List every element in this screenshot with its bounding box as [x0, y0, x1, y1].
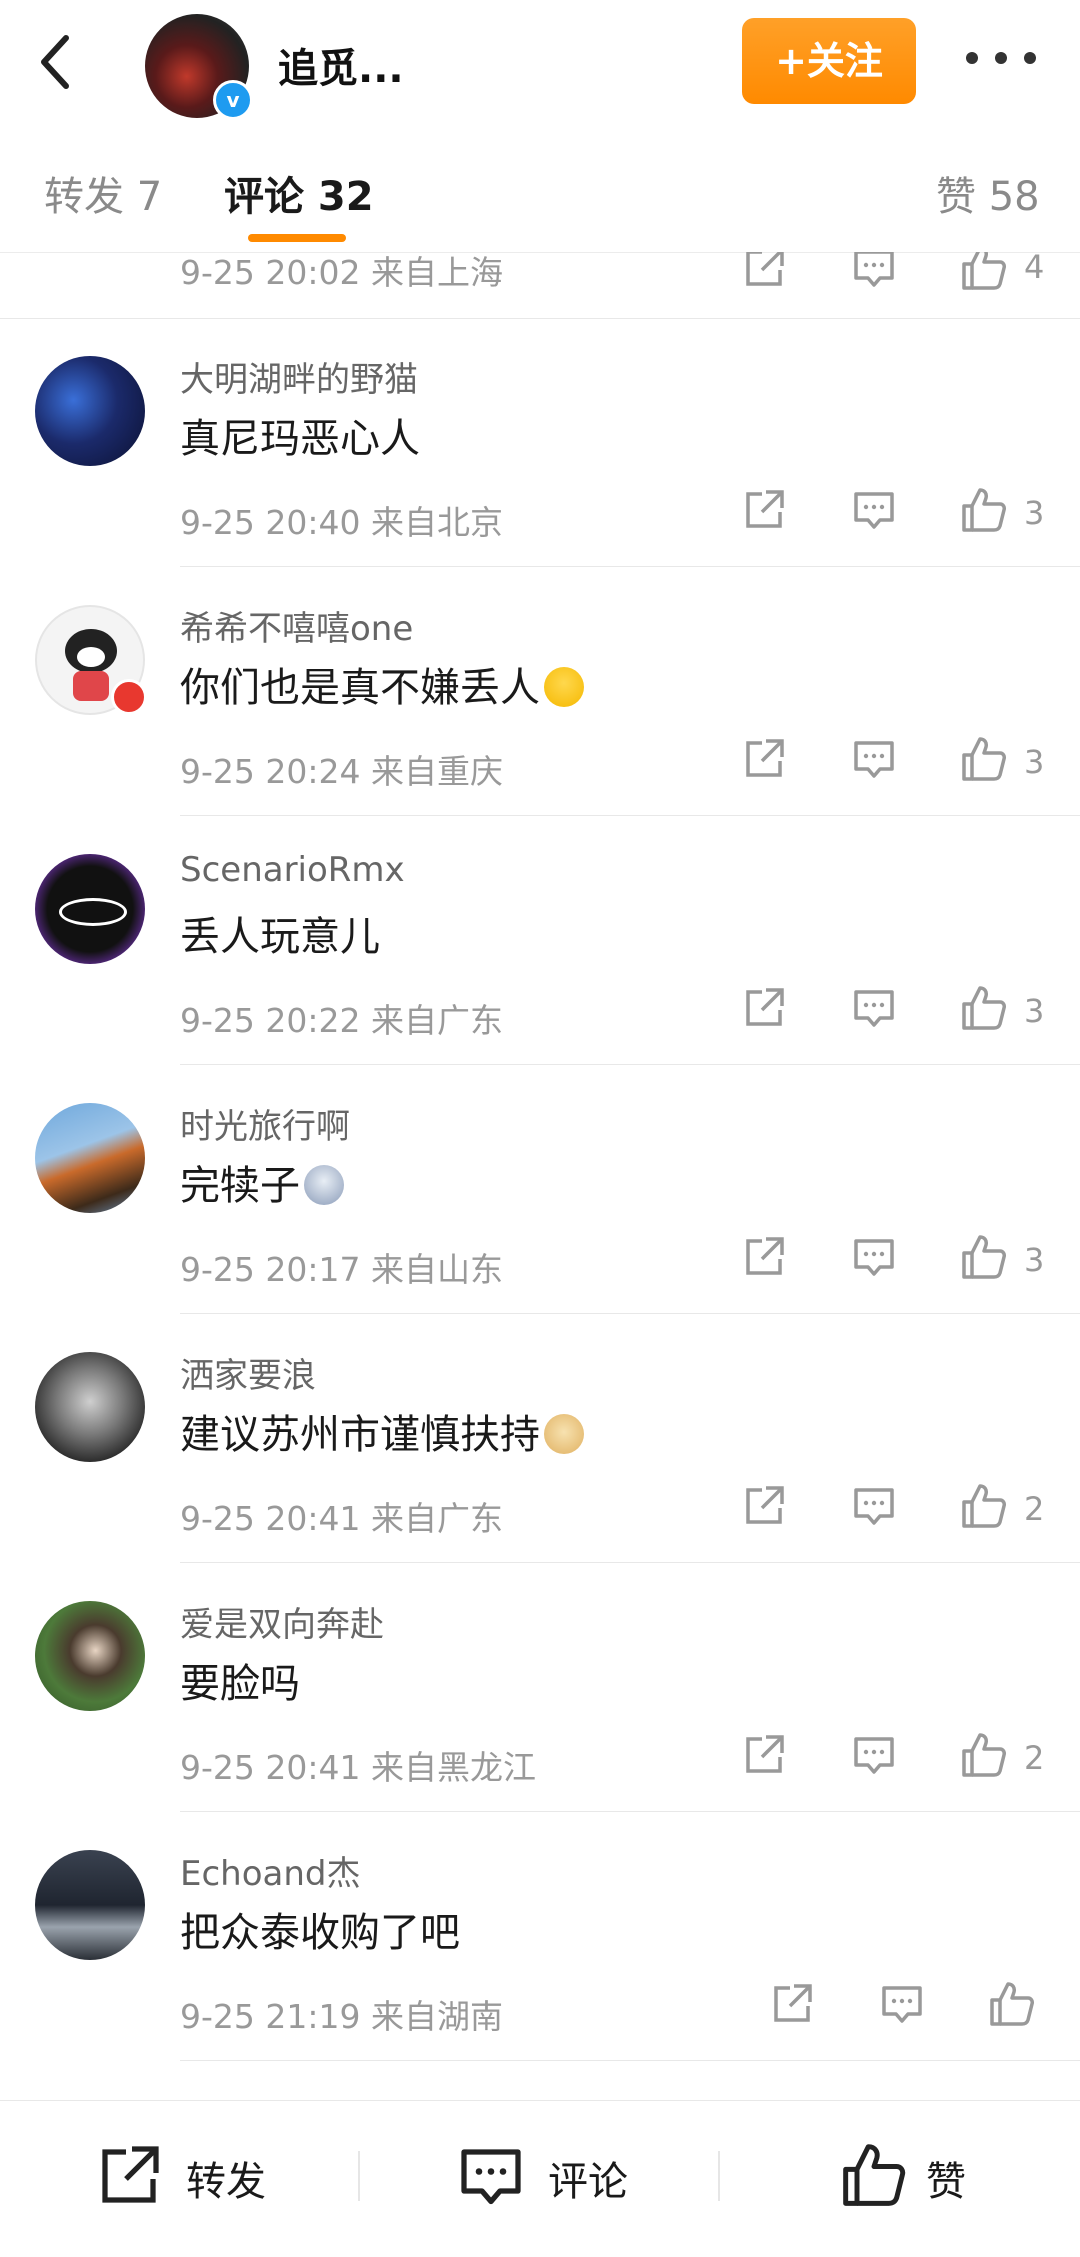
- list-item: 希希不嘻嘻one 你们也是真不嫌丢人 9-25 20:24 来自重庆 3: [0, 567, 1080, 816]
- comment-icon[interactable]: [880, 1982, 924, 2026]
- comment-icon[interactable]: [852, 488, 896, 532]
- comment-icon: [461, 2149, 521, 2205]
- like-button[interactable]: 赞: [840, 2131, 1000, 2221]
- comment-meta: 9-25 20:41 来自广东: [180, 1499, 503, 1538]
- share-icon[interactable]: [742, 252, 786, 290]
- like-icon[interactable]: [960, 735, 1008, 783]
- like-count: 2: [1024, 1490, 1045, 1528]
- follow-button[interactable]: +关注: [742, 18, 916, 104]
- avatar[interactable]: [35, 356, 145, 466]
- comment-icon[interactable]: [852, 737, 896, 781]
- like-icon: [843, 2144, 906, 2206]
- comment-icon[interactable]: [852, 252, 896, 290]
- avatar[interactable]: [35, 854, 145, 964]
- scared-face-emoji-icon: [304, 1165, 344, 1205]
- list-item: 时光旅行啊 完犊子 9-25 20:17 来自山东 3: [0, 1065, 1080, 1314]
- list-item: ScenarioRmx 丢人玩意儿 9-25 20:22 来自广东 3: [0, 816, 1080, 1065]
- username[interactable]: 希希不嘻嘻one: [180, 601, 413, 650]
- repost-icon: [102, 2146, 159, 2203]
- like-count: 3: [1024, 494, 1045, 532]
- comment-label: 评论: [548, 2159, 628, 2205]
- share-icon[interactable]: [742, 1235, 786, 1279]
- like-label: 赞: [926, 2159, 966, 2205]
- divider: [358, 2151, 360, 2201]
- list-item: 9-25 20:02 来自上海 4: [0, 252, 1080, 319]
- comment-meta: 9-25 20:22 来自广东: [180, 1001, 503, 1040]
- divider: [718, 2151, 720, 2201]
- share-icon[interactable]: [742, 737, 786, 781]
- comment-text: 把众泰收购了吧: [180, 1910, 460, 1956]
- like-icon[interactable]: [988, 1980, 1036, 2028]
- like-icon[interactable]: [960, 252, 1008, 292]
- comment-meta: 9-25 20:02 来自上海: [180, 253, 503, 292]
- doge-emoji-icon: [544, 1414, 584, 1454]
- more-options-icon[interactable]: [966, 48, 1036, 68]
- comment-button[interactable]: 评论: [458, 2131, 658, 2221]
- list-item: Echoand杰 把众泰收购了吧 9-25 21:19 来自湖南: [0, 1812, 1080, 2061]
- like-icon[interactable]: [960, 984, 1008, 1032]
- username[interactable]: Echoand杰: [180, 1846, 361, 1895]
- avatar[interactable]: [35, 1601, 145, 1711]
- comment-text: 完犊子: [180, 1153, 344, 1211]
- divider: [180, 2060, 1080, 2061]
- like-count: 4: [1024, 252, 1045, 286]
- comment-icon[interactable]: [852, 1235, 896, 1279]
- like-icon[interactable]: [960, 486, 1008, 534]
- comment-meta: 9-25 21:19 来自湖南: [180, 1997, 503, 2036]
- comment-meta: 9-25 20:24 来自重庆: [180, 752, 503, 791]
- like-count: 3: [1024, 743, 1045, 781]
- share-icon[interactable]: [742, 488, 786, 532]
- share-icon[interactable]: [742, 1484, 786, 1528]
- crying-laughing-emoji-icon: [544, 667, 584, 707]
- like-count: 3: [1024, 992, 1045, 1030]
- username[interactable]: 大明湖畔的野猫: [180, 352, 418, 401]
- comment-text: 要脸吗: [180, 1661, 300, 1707]
- comment-text: 建议苏州市谨慎扶持: [180, 1402, 584, 1460]
- comment-icon[interactable]: [852, 986, 896, 1030]
- username[interactable]: 洒家要浪: [180, 1348, 316, 1397]
- bottom-action-bar: 转发 评论 赞: [0, 2100, 1080, 2257]
- tab-repost[interactable]: 转发 7: [44, 164, 162, 222]
- avatar[interactable]: [35, 1352, 145, 1462]
- repost-label: 转发: [186, 2159, 266, 2205]
- comment-icon[interactable]: [852, 1733, 896, 1777]
- like-count: 2: [1024, 1739, 1045, 1777]
- comment-meta: 9-25 20:40 来自北京: [180, 503, 503, 542]
- list-item: 大明湖畔的野猫 真尼玛恶心人 9-25 20:40 来自北京 3: [0, 318, 1080, 567]
- back-arrow-icon[interactable]: [36, 32, 76, 92]
- like-icon[interactable]: [960, 1482, 1008, 1530]
- username[interactable]: 时光旅行啊: [180, 1099, 350, 1148]
- tab-comment[interactable]: 评论 32: [224, 164, 374, 222]
- active-tab-indicator: [248, 234, 346, 242]
- avatar[interactable]: [35, 605, 147, 715]
- list-item: 爱是双向奔赴 要脸吗 9-25 20:41 来自黑龙江 2: [0, 1563, 1080, 1812]
- like-count: 3: [1024, 1241, 1045, 1279]
- username[interactable]: ScenarioRmx: [180, 850, 405, 890]
- avatar[interactable]: [35, 1850, 145, 1960]
- like-icon[interactable]: [960, 1233, 1008, 1281]
- comment-text: 你们也是真不嫌丢人: [180, 655, 584, 713]
- repost-button[interactable]: 转发: [96, 2131, 296, 2221]
- comment-meta: 9-25 20:17 来自山东: [180, 1250, 503, 1289]
- page-title[interactable]: 追觅...: [278, 36, 404, 94]
- share-icon[interactable]: [770, 1982, 814, 2026]
- comment-icon[interactable]: [852, 1484, 896, 1528]
- comment-text: 丢人玩意儿: [180, 914, 380, 960]
- like-icon[interactable]: [960, 1731, 1008, 1779]
- comment-meta: 9-25 20:41 来自黑龙江: [180, 1748, 536, 1787]
- share-icon[interactable]: [742, 1733, 786, 1777]
- tab-bar: 转发 7 评论 32 赞 58: [0, 126, 1080, 253]
- username[interactable]: 爱是双向奔赴: [180, 1597, 384, 1646]
- verified-icon: v: [213, 80, 253, 120]
- list-item: 洒家要浪 建议苏州市谨慎扶持 9-25 20:41 来自广东 2: [0, 1314, 1080, 1563]
- top-bar: v 追觅... +关注: [0, 0, 1080, 126]
- tab-like[interactable]: 赞 58: [936, 164, 1040, 222]
- share-icon[interactable]: [742, 986, 786, 1030]
- avatar[interactable]: [35, 1103, 145, 1213]
- comment-text: 真尼玛恶心人: [180, 416, 420, 462]
